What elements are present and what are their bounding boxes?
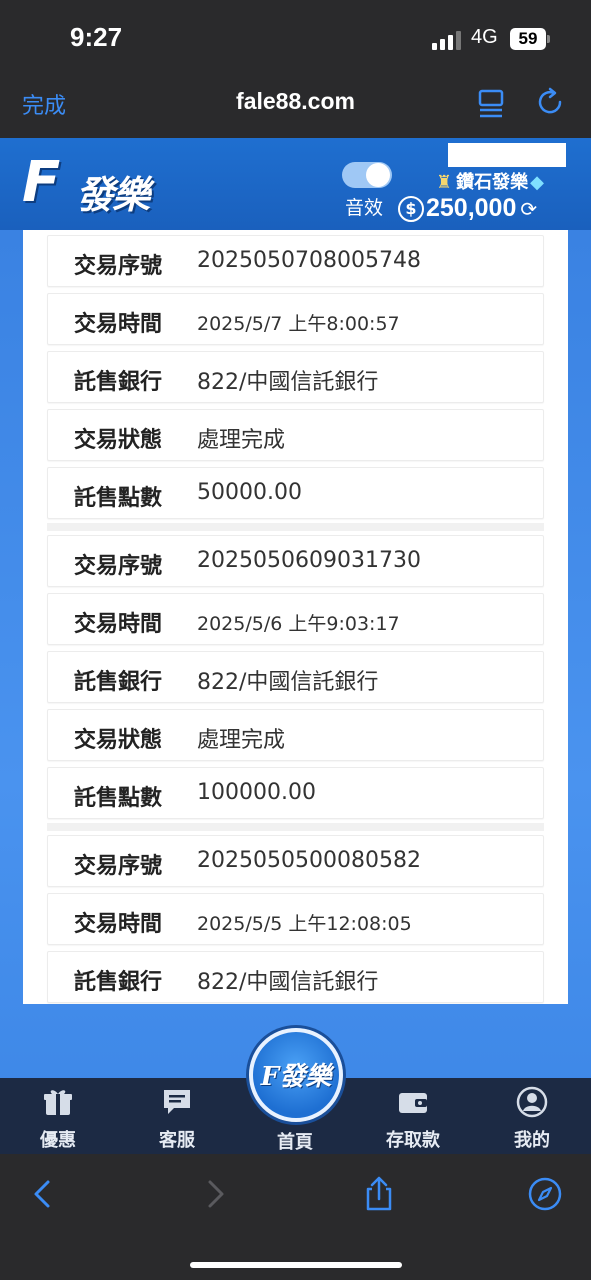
- row-label: 交易時間: [74, 312, 163, 337]
- compass-icon[interactable]: [527, 1176, 563, 1212]
- home-indicator: [190, 1262, 402, 1268]
- user-icon: [516, 1086, 548, 1118]
- nav-label-promotions: 優惠: [40, 1130, 76, 1151]
- toggle-knob: [366, 163, 390, 187]
- sound-toggle[interactable]: [342, 162, 392, 188]
- records-panel[interactable]: 交易序號 2025050708005748 交易時間 2025/5/7 上午8:00:…: [23, 230, 568, 1004]
- row-value: 處理完成: [197, 728, 286, 753]
- row-label: 交易時間: [74, 612, 163, 637]
- forward-icon[interactable]: [196, 1176, 232, 1212]
- refresh-balance-icon[interactable]: ⟳: [520, 197, 537, 221]
- row-label: 交易序號: [74, 254, 163, 279]
- rank-label: 鑽石發樂: [456, 172, 529, 193]
- diamond-icon: ◆: [530, 172, 544, 193]
- record-separator: [47, 523, 544, 531]
- logo-mark: F: [22, 150, 61, 215]
- tabs-icon[interactable]: [478, 88, 506, 118]
- row-label: 交易時間: [74, 912, 163, 937]
- network-type: 4G: [471, 26, 498, 48]
- row-value: 2025050500080582: [197, 848, 421, 873]
- record-row: 託售銀行 822/中國信託銀行: [47, 951, 544, 1003]
- medal-icon: ♜: [436, 172, 453, 193]
- status-bar: 9:27 4G 59: [0, 0, 591, 80]
- logo-text: 發樂: [76, 172, 150, 217]
- record-row: 交易狀態 處理完成: [47, 709, 544, 761]
- nav-label-profile: 我的: [514, 1130, 550, 1151]
- row-value: 50000.00: [197, 480, 302, 505]
- nav-label-wallet: 存取款: [386, 1130, 440, 1151]
- row-label: 託售點數: [74, 486, 163, 511]
- record-row: 交易序號 2025050500080582: [47, 835, 544, 887]
- record-row: 交易序號 2025050708005748: [47, 235, 544, 287]
- row-value: 2025/5/7 上午8:00:57: [197, 313, 400, 335]
- record-row: 交易狀態 處理完成: [47, 409, 544, 461]
- row-value: 2025050609031730: [197, 548, 421, 573]
- row-label: 託售點數: [74, 786, 163, 811]
- signal-icon: [432, 30, 462, 50]
- balance-value: 250,000: [426, 194, 517, 222]
- row-value: 2025050708005748: [197, 248, 421, 273]
- back-icon[interactable]: [26, 1176, 62, 1212]
- brand-logo[interactable]: F 發樂: [22, 146, 170, 222]
- row-value: 822/中國信託銀行: [197, 370, 379, 395]
- username-redacted: [448, 143, 566, 167]
- row-value: 822/中國信託銀行: [197, 670, 379, 695]
- record-row: 託售點數 100000.00: [47, 767, 544, 819]
- vip-rank: ♜ 鑽石發樂 ◆: [436, 168, 544, 194]
- record-row: 託售銀行 822/中國信託銀行: [47, 351, 544, 403]
- row-label: 交易序號: [74, 554, 163, 579]
- row-value: 2025/5/5 上午12:08:05: [197, 913, 412, 935]
- reload-icon[interactable]: [536, 86, 566, 118]
- row-label: 交易序號: [74, 854, 163, 879]
- nav-item-support[interactable]: 客服: [127, 1078, 227, 1154]
- status-time: 9:27: [70, 22, 123, 52]
- row-label: 交易狀態: [74, 728, 163, 753]
- nav-item-wallet[interactable]: 存取款: [363, 1078, 463, 1154]
- row-value: 2025/5/6 上午9:03:17: [197, 613, 400, 635]
- safari-toolbar: [0, 1154, 591, 1280]
- nav-label-home: 首頁: [277, 1132, 313, 1153]
- battery-cap: [547, 35, 550, 43]
- balance: $250,000 ⟳: [398, 194, 537, 224]
- nav-item-promotions[interactable]: 優惠: [8, 1078, 108, 1154]
- home-button[interactable]: F發樂: [249, 1028, 343, 1122]
- row-label: 交易狀態: [74, 428, 163, 453]
- row-label: 託售銀行: [74, 970, 163, 995]
- gift-icon: [44, 1090, 72, 1115]
- record-row: 交易時間 2025/5/6 上午9:03:17: [47, 593, 544, 645]
- row-value: 處理完成: [197, 428, 286, 453]
- battery-icon: 59: [510, 28, 546, 50]
- record-row: 交易時間 2025/5/7 上午8:00:57: [47, 293, 544, 345]
- record-row: 託售銀行 822/中國信託銀行: [47, 651, 544, 703]
- record-row: 託售點數 50000.00: [47, 467, 544, 519]
- chat-icon: [164, 1090, 190, 1114]
- sound-label: 音效: [345, 197, 384, 219]
- record-row: 交易序號 2025050609031730: [47, 535, 544, 587]
- row-value: 822/中國信託銀行: [197, 970, 379, 995]
- nav-item-profile[interactable]: 我的: [482, 1078, 582, 1154]
- home-logo: F發樂: [260, 1062, 332, 1092]
- record-row: 交易時間 2025/5/5 上午12:08:05: [47, 893, 544, 945]
- dollar-coin-icon: $: [398, 195, 424, 222]
- share-icon[interactable]: [361, 1176, 397, 1212]
- record-separator: [47, 823, 544, 831]
- browser-bar: 完成 fale88.com: [0, 80, 591, 138]
- row-label: 託售銀行: [74, 370, 163, 395]
- row-label: 託售銀行: [74, 670, 163, 695]
- nav-label-support: 客服: [159, 1130, 195, 1151]
- wallet-icon: [399, 1093, 427, 1113]
- app-header: F 發樂 音效 ♜ 鑽石發樂 ◆ $250,000 ⟳: [0, 138, 591, 230]
- row-value: 100000.00: [197, 780, 316, 805]
